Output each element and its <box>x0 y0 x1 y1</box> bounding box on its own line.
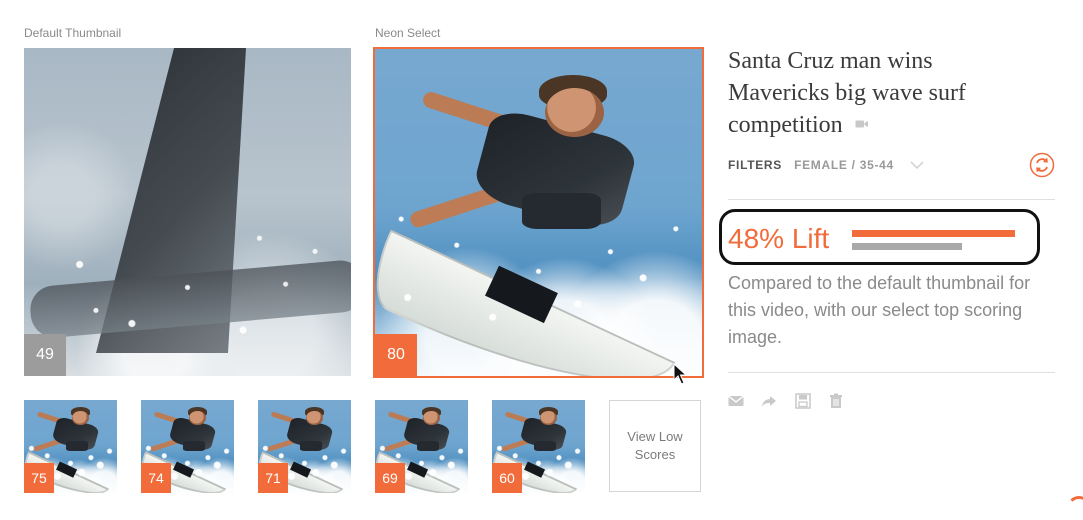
article-title: Santa Cruz man wins Mavericks big wave s… <box>728 45 1033 141</box>
chevron-down-icon[interactable] <box>908 156 926 174</box>
save-icon[interactable] <box>794 392 812 410</box>
share-icon[interactable] <box>760 392 778 410</box>
trash-icon[interactable] <box>827 392 845 410</box>
actions-divider <box>728 372 1055 373</box>
default-thumbnail-label: Default Thumbnail <box>24 26 122 40</box>
filters-label: FILTERS <box>728 158 783 172</box>
lift-bar-neon <box>852 230 1015 237</box>
neon-select-image[interactable]: 80 <box>373 47 704 378</box>
thumbnail-score-badge: 60 <box>492 463 522 493</box>
water-splash <box>375 49 702 376</box>
sailboat-photo <box>24 48 351 376</box>
refresh-icon[interactable] <box>1029 152 1055 178</box>
thumbnail-4[interactable]: 69 <box>375 400 468 493</box>
thumbnail-1[interactable]: 75 <box>24 400 117 493</box>
filters-divider <box>728 199 1055 200</box>
thumbnail-3[interactable]: 71 <box>258 400 351 493</box>
default-score-badge: 49 <box>24 334 66 376</box>
thumbnail-score-badge: 74 <box>141 463 171 493</box>
video-icon <box>855 120 868 128</box>
neon-select-label: Neon Select <box>375 26 441 40</box>
corner-refresh-accent <box>1067 496 1083 520</box>
thumbnail-score-badge: 69 <box>375 463 405 493</box>
filters-row[interactable]: FILTERS FEMALE / 35-44 <box>728 158 1055 178</box>
thumbnail-5[interactable]: 60 <box>492 400 585 493</box>
default-thumbnail-image[interactable]: 49 <box>24 48 351 376</box>
mouse-cursor-icon <box>673 363 688 385</box>
lift-text: 48% Lift <box>728 223 830 254</box>
lift-bar-default <box>852 243 962 250</box>
mail-icon[interactable] <box>727 392 745 410</box>
thumbnail-score-badge: 75 <box>24 463 54 493</box>
view-low-scores-button[interactable]: View Low Scores <box>609 400 701 492</box>
water-spray <box>24 48 351 376</box>
surfer-photo <box>375 49 702 376</box>
neon-score-badge: 80 <box>375 334 417 376</box>
thumbnail-2[interactable]: 74 <box>141 400 234 493</box>
article-title-text: Santa Cruz man wins Mavericks big wave s… <box>728 48 966 138</box>
thumbnail-score-badge: 71 <box>258 463 288 493</box>
comparison-description: Compared to the default thumbnail for th… <box>728 273 1031 347</box>
filters-value: FEMALE / 35-44 <box>794 158 894 172</box>
